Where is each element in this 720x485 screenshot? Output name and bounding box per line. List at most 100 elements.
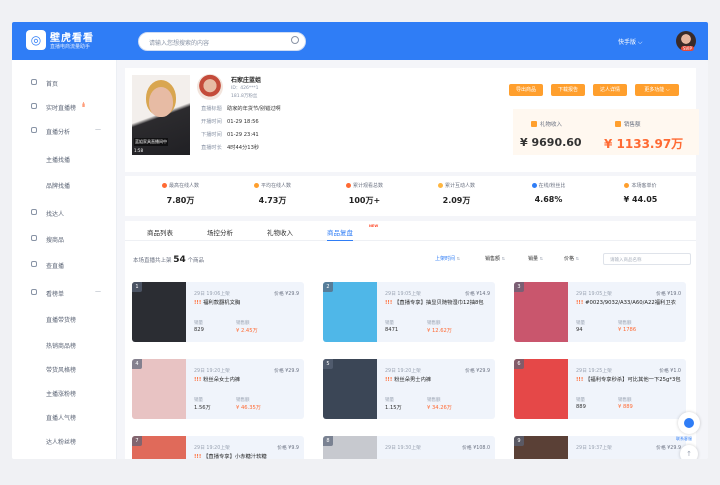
goods-title[interactable]: !!! 粉丝朵男士内裤 [385,377,491,384]
search-live-icon [31,261,37,267]
sidebar-item[interactable]: 直播人气榜 [12,410,117,424]
sidebar-item[interactable]: 主播涨粉榜 [12,386,117,400]
home-icon [31,79,37,85]
goods-price: 价格 ¥29.9 [656,446,681,451]
stat-label: 本场客单价 [593,182,688,189]
tab-goods-review[interactable]: 商品复盘 [327,227,353,242]
goods-panel: 本场直播共上架 54 个商品 上架时间 ⇅ 销售额 ⇅ 销量 ⇅ 价格 ⇅ 请输… [125,241,696,459]
sales-amount-label: 销售额 [618,398,632,403]
goods-price: 价格 ¥29.9 [465,369,490,374]
goods-shelf-time: 29日 19:37上架 [576,446,612,451]
stat-icon [253,183,259,188]
tab-goods-list[interactable]: 商品列表 [147,227,173,237]
stat-label: 最高在线人数 [133,182,228,189]
goods-title[interactable]: !!! 粉丝朵女士内裤 [194,377,300,384]
sidebar-item[interactable]: 直播带货榜 [12,312,117,326]
customer-service-button[interactable] [678,412,700,434]
sales-volume-value: 1.15万 [385,405,402,411]
goods-title[interactable]: !!! 【福利专享秒杀】可比其他一下25g*3包 [576,377,682,384]
flame-icon: !!! [194,377,204,383]
sidebar-item[interactable]: 带货风格榜 [12,362,117,376]
export-goods-button[interactable]: 导出商品 [509,84,543,96]
sidebar-item[interactable]: 搜商品 [12,232,117,246]
goods-rank: 6 [514,359,524,369]
sort-sales-volume[interactable]: 销量 ⇅ [528,255,543,262]
meta-start-row: 开播时间 01-29 18:56 [201,119,259,125]
goods-card[interactable]: 4 29日 19:20上架 价格 ¥29.9!!! 粉丝朵女士内裤 销量 销售额 1.56… [132,359,304,419]
meta-title-row: 直播标题 助家的年货节/别错过啊 [201,106,281,112]
live-cover-image[interactable]: 蓝姐家具直播间中 1:58 [132,75,190,155]
sidebar-item[interactable]: 找达人 [12,206,117,220]
live-profile-panel: 蓝姐家具直播间中 1:58 石家庄蓝姐 ID：426***1 181.8万粉丝 … [125,68,699,172]
sidebar-item-label: 直播分析 [46,129,71,136]
app-name: 壁虎看看 [50,33,94,44]
stat-label-text: 本场客单价 [631,183,657,189]
flame-icon: !!! [194,454,204,459]
goods-shelf-time: 29日 19:30上架 [385,446,421,451]
collapse-icon[interactable]: — [95,126,101,133]
goods-card[interactable]: 9 29日 19:37上架 价格 ¥29.9 [514,436,686,459]
stat-icon [624,183,630,188]
sidebar-item[interactable]: 品牌找播 [12,178,117,192]
sidebar-item[interactable]: 实时直播榜 ılı [12,100,117,114]
sidebar-item[interactable]: 查直播 [12,258,117,272]
goods-title[interactable]: !!! 【直播专享】小赤糖汁软糖 [194,454,300,459]
back-to-top-button[interactable]: ↑ [680,445,698,459]
more-functions-button[interactable]: 更多功能 ⌵ [635,84,679,96]
collapse-icon[interactable]: — [95,288,101,295]
hot-bars-icon: ılı [82,102,85,109]
sales-amount-label: 销售额 [427,321,441,326]
sidebar-item[interactable]: 看榜单 — [12,286,117,300]
sales-volume-value: 94 [576,327,583,333]
goods-title[interactable]: !!! 福利款翻机文胸 [194,300,300,307]
meta-end-row: 下播时间 01-29 23:41 [201,132,259,138]
sort-sales-amount[interactable]: 销售额 ⇅ [485,255,505,262]
download-report-button[interactable]: 下载报告 [551,84,585,96]
sidebar-item[interactable]: 热销商品榜 [12,338,117,352]
search-placeholder: 请输入您想搜索的内容 [149,40,210,47]
sidebar-item[interactable]: 达人粉丝榜 [12,434,117,448]
goods-price: 价格 ¥29.9 [274,292,299,297]
goods-card[interactable]: 3 29日 19:05上架 价格 ¥19.0!!! #0023/9032/A33/A… [514,282,686,342]
sidebar-item-label: 找达人 [46,211,65,218]
sidebar-item-label: 首页 [46,81,59,88]
tab-control-analysis[interactable]: 场控分析 [207,227,233,237]
streamer-avatar[interactable] [197,74,223,100]
stat-label: 累计观看总数 [317,182,412,189]
flame-icon: !!! [194,300,204,306]
goods-card[interactable]: 5 29日 19:20上架 价格 ¥29.9!!! 粉丝朵男士内裤 销量 销售额 1.15… [323,359,495,419]
sidebar-item-label: 查直播 [46,263,65,270]
goods-card[interactable]: 7 29日 19:20上架 价格 ¥9.9!!! 【直播专享】小赤糖汁软糖 [132,436,304,459]
tab-gift-income[interactable]: 礼物收入 [267,227,293,237]
sales-amount-label: 销售额 [236,321,250,326]
stat-value: 2.09万 [442,196,471,205]
sidebar-item[interactable]: 首页 [12,76,117,90]
sales-volume-value: 889 [576,404,586,410]
goods-title[interactable]: !!! 【直播专享】抽显贝随物湿巾12抽8包 [385,300,491,307]
sales-amount-value: ¥ 889 [618,404,633,410]
sidebar-item[interactable]: 主播找播 [12,152,117,166]
talent-detail-button[interactable]: 达人详情 [593,84,627,96]
goods-card[interactable]: 8 29日 19:30上架 价格 ¥108.0 [323,436,495,459]
search-icon[interactable] [291,36,299,44]
goods-card[interactable]: 6 29日 19:25上架 价格 ¥1.0!!! 【福利专享秒杀】可比其他一下25g… [514,359,686,419]
sort-price[interactable]: 价格 ⇅ [564,255,579,262]
search-input[interactable]: 请输入您想搜索的内容 [138,32,306,51]
sidebar-item[interactable]: 直播分析 — [12,124,117,138]
platform-select[interactable]: 快手版 ⌵ [618,37,642,47]
stat-label: 在线/粉丝比 [501,182,596,189]
sales-amount-value: ¥ 1786 [618,327,637,333]
sidebar-sub-label: 热销商品榜 [46,343,77,350]
streamer-name[interactable]: 石家庄蓝姐 [231,75,261,84]
goods-shelf-time: 29日 19:05上架 [576,292,612,297]
sort-shelf-time[interactable]: 上架时间 ⇅ [435,255,460,262]
goods-card[interactable]: 1 29日 19:06上架 价格 ¥29.9!!! 福利款翻机文胸 销量 销售额 829 ¥… [132,282,304,342]
logo-icon[interactable]: ◎ [26,30,46,50]
goods-search-input[interactable]: 请输入商品名称 [603,253,691,265]
flame-icon: !!! [385,377,395,383]
stat-label: 平均在线人数 [225,182,320,189]
goods-title[interactable]: !!! #0023/9032/A33/A60/A22福利卫衣 [576,300,682,307]
stats-bar: 最高在线人数 7.80万 平均在线人数 4.73万 累计观看总数 100万+ 累计互动人数 2… [125,176,696,216]
meta-duration-row: 直播时长 4时44分13秒 [201,145,260,151]
goods-card[interactable]: 2 29日 19:05上架 价格 ¥14.9!!! 【直播专享】抽显贝随物湿巾12抽… [323,282,495,342]
